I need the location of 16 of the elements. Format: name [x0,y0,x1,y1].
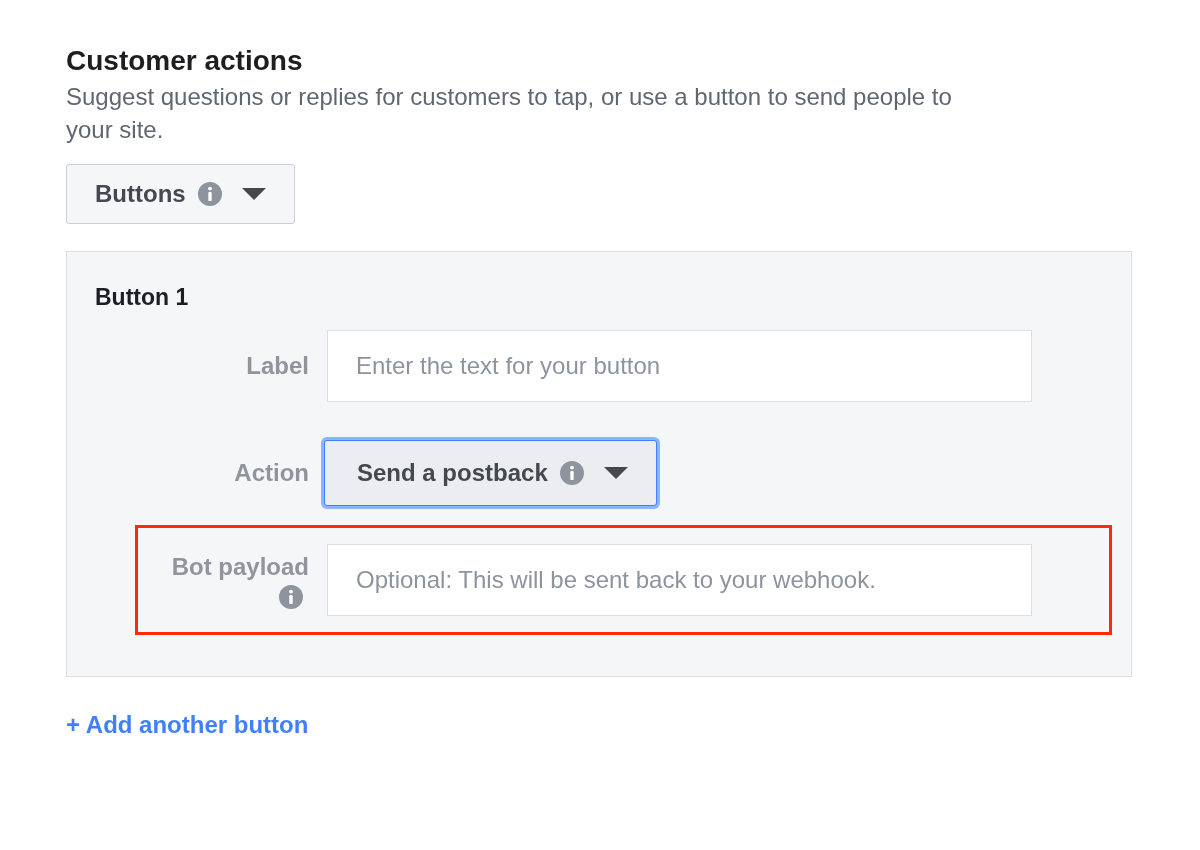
section-description: Suggest questions or replies for customers to tap, or use a button to send people to your site. [66,82,953,145]
text-field[interactable]: Enter the text for your button [327,330,1032,402]
section-title: Customer actions [66,44,304,78]
info-icon[interactable] [279,585,303,609]
field-label: Bot payload [171,553,309,581]
action-dropdown[interactable]: Send a postback [324,440,657,506]
type-dropdown[interactable]: Buttons [66,164,295,224]
caret-icon [603,467,628,479]
field-label: Action [234,459,309,487]
field-label: Label [246,352,309,380]
info-icon[interactable] [559,461,584,485]
add-button-link[interactable]: + Add another button [66,711,309,739]
button-heading: Button 1 [95,284,190,311]
caret-icon [241,188,266,200]
text-field[interactable]: Optional: This will be sent back to your webhook. [327,544,1032,616]
info-icon[interactable] [197,182,222,206]
